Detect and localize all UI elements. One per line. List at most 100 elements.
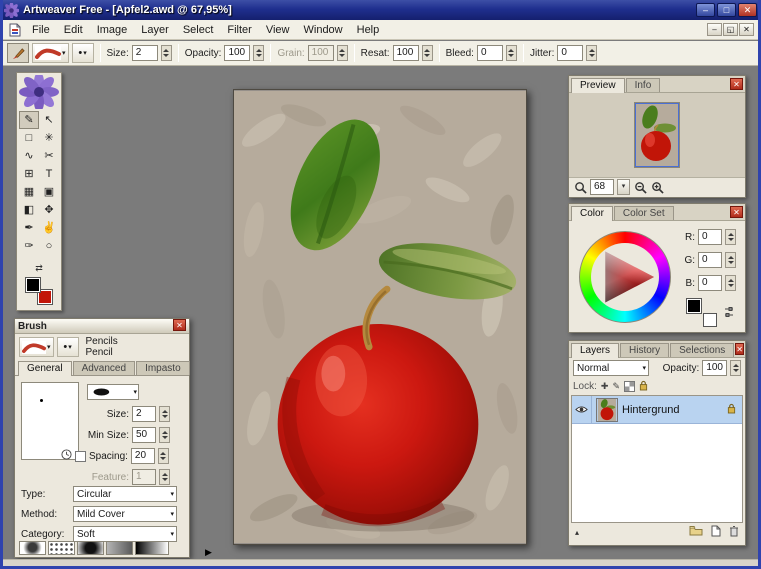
menu-edit[interactable]: Edit bbox=[57, 22, 90, 38]
tab-color-set[interactable]: Color Set bbox=[614, 206, 674, 220]
brush-dialog-close-button[interactable]: ✕ bbox=[173, 319, 186, 331]
tool-zoom[interactable]: ○ bbox=[39, 237, 59, 255]
tool-shape-grid[interactable]: ⊞ bbox=[19, 165, 39, 183]
menu-view[interactable]: View bbox=[259, 22, 297, 38]
opacity-spinner[interactable] bbox=[253, 45, 264, 61]
menu-window[interactable]: Window bbox=[297, 22, 350, 38]
menu-select[interactable]: Select bbox=[176, 22, 221, 38]
tool-pen[interactable]: ✒ bbox=[19, 219, 39, 237]
menu-layer[interactable]: Layer bbox=[134, 22, 176, 38]
foreground-color-swatch[interactable] bbox=[687, 299, 701, 313]
size-input[interactable]: 2 bbox=[132, 45, 158, 61]
blue-spinner[interactable] bbox=[725, 275, 736, 291]
bleed-input[interactable]: 0 bbox=[477, 45, 503, 61]
tool-eraser[interactable]: ◧ bbox=[19, 201, 39, 219]
layer-opacity-input[interactable]: 100 bbox=[702, 360, 727, 376]
canvas[interactable] bbox=[233, 89, 527, 545]
swap-colors-button[interactable]: ⇄ bbox=[30, 263, 48, 275]
min-size-spinner[interactable] bbox=[159, 427, 170, 443]
menu-image[interactable]: Image bbox=[90, 22, 135, 38]
brush-dialog-titlebar[interactable]: Brush ✕ bbox=[15, 319, 189, 334]
minimize-button[interactable]: – bbox=[696, 3, 715, 17]
preview-zoom-input[interactable]: 68 bbox=[590, 179, 614, 195]
opacity-input[interactable]: 100 bbox=[224, 45, 250, 61]
foreground-color-swatch[interactable] bbox=[26, 278, 40, 292]
layer-visibility-toggle[interactable] bbox=[572, 396, 592, 424]
layer-thumbnail[interactable] bbox=[596, 398, 618, 422]
tip-shape-select[interactable]: ▾ bbox=[87, 384, 139, 400]
brush-size-input[interactable]: 2 bbox=[132, 406, 156, 422]
resat-input[interactable]: 100 bbox=[393, 45, 419, 61]
green-input[interactable]: 0 bbox=[698, 252, 722, 268]
background-color-swatch[interactable] bbox=[38, 290, 52, 304]
category-select[interactable]: Soft ▾ bbox=[73, 526, 177, 542]
brush-variant-swatch[interactable] bbox=[19, 541, 46, 555]
tool-lasso[interactable]: ∿ bbox=[19, 147, 39, 165]
tool-crop[interactable]: ✂ bbox=[39, 147, 59, 165]
tool-brush[interactable]: ✎ bbox=[19, 111, 39, 129]
lock-position-icon[interactable]: ✚ bbox=[601, 381, 609, 392]
background-color-swatch[interactable] bbox=[703, 313, 717, 327]
color-sliders-icon[interactable] bbox=[723, 305, 735, 322]
tab-general[interactable]: General bbox=[18, 361, 72, 376]
tool-magic-wand[interactable]: ✳ bbox=[39, 129, 59, 147]
lock-paint-icon[interactable]: ✎ bbox=[612, 381, 620, 392]
tab-selections[interactable]: Selections bbox=[670, 343, 734, 357]
preset-stroke-button[interactable]: ▾ bbox=[19, 337, 54, 357]
tab-preview[interactable]: Preview bbox=[571, 78, 625, 93]
mdi-restore-button[interactable]: ◱ bbox=[723, 23, 738, 36]
color-panel-close-button[interactable]: ✕ bbox=[730, 206, 743, 218]
tab-history[interactable]: History bbox=[620, 343, 669, 357]
mdi-close-button[interactable]: ✕ bbox=[739, 23, 754, 36]
close-button[interactable]: ✕ bbox=[738, 3, 757, 17]
tab-color[interactable]: Color bbox=[571, 206, 613, 221]
tool-clone-stamp[interactable]: ✥ bbox=[39, 201, 59, 219]
brush-variant-swatch[interactable] bbox=[48, 541, 75, 555]
preset-dot-button[interactable]: • ▾ bbox=[57, 337, 79, 357]
resat-spinner[interactable] bbox=[422, 45, 433, 61]
tool-hand[interactable]: ✌ bbox=[39, 219, 59, 237]
brush-variant-swatch[interactable] bbox=[77, 541, 104, 555]
color-wheel[interactable] bbox=[579, 231, 671, 323]
red-input[interactable]: 0 bbox=[698, 229, 722, 245]
tab-layers[interactable]: Layers bbox=[571, 343, 619, 358]
preview-zoom-dropdown[interactable]: ▾ bbox=[617, 179, 630, 195]
brush-size-spinner[interactable] bbox=[159, 406, 170, 422]
tab-impasto[interactable]: Impasto bbox=[136, 361, 190, 375]
new-group-button[interactable] bbox=[689, 525, 703, 539]
brush-variant-swatch[interactable] bbox=[106, 541, 133, 555]
jitter-input[interactable]: 0 bbox=[557, 45, 583, 61]
layers-scroll-up-button[interactable]: ▴ bbox=[575, 528, 579, 537]
brush-size-dot-button[interactable]: • ▾ bbox=[72, 43, 94, 63]
zoom-out-button[interactable] bbox=[633, 180, 647, 194]
brush-tool-button[interactable] bbox=[7, 43, 29, 63]
scroll-right-button[interactable]: ▶ bbox=[205, 547, 212, 558]
tab-advanced[interactable]: Advanced bbox=[73, 361, 135, 375]
spacing-checkbox[interactable] bbox=[75, 451, 86, 462]
tab-info[interactable]: Info bbox=[626, 78, 661, 92]
spacing-input[interactable]: 20 bbox=[131, 448, 155, 464]
tool-dropper[interactable]: ✑ bbox=[19, 237, 39, 255]
tool-text[interactable]: T bbox=[39, 165, 59, 183]
tool-gradient[interactable]: ▦ bbox=[19, 183, 39, 201]
delete-layer-button[interactable] bbox=[729, 525, 739, 540]
preview-panel-close-button[interactable]: ✕ bbox=[730, 78, 743, 90]
method-select[interactable]: Mild Cover ▾ bbox=[73, 506, 177, 522]
blue-input[interactable]: 0 bbox=[698, 275, 722, 291]
tool-move[interactable]: ↖ bbox=[39, 111, 59, 129]
stroke-preview-button[interactable]: ▾ bbox=[32, 43, 69, 63]
zoom-in-button[interactable] bbox=[650, 180, 664, 194]
lock-all-icon[interactable] bbox=[639, 380, 648, 394]
layer-row[interactable]: Hintergrund bbox=[572, 396, 742, 424]
size-spinner[interactable] bbox=[161, 45, 172, 61]
new-layer-button[interactable] bbox=[711, 525, 721, 540]
menu-help[interactable]: Help bbox=[350, 22, 387, 38]
jitter-spinner[interactable] bbox=[586, 45, 597, 61]
tool-fill[interactable]: ▣ bbox=[39, 183, 59, 201]
min-size-input[interactable]: 50 bbox=[132, 427, 156, 443]
tool-rect-select[interactable]: □ bbox=[19, 129, 39, 147]
menu-filter[interactable]: Filter bbox=[220, 22, 258, 38]
green-spinner[interactable] bbox=[725, 252, 736, 268]
menu-file[interactable]: File bbox=[25, 22, 57, 38]
blend-mode-select[interactable]: Normal ▾ bbox=[573, 360, 649, 376]
